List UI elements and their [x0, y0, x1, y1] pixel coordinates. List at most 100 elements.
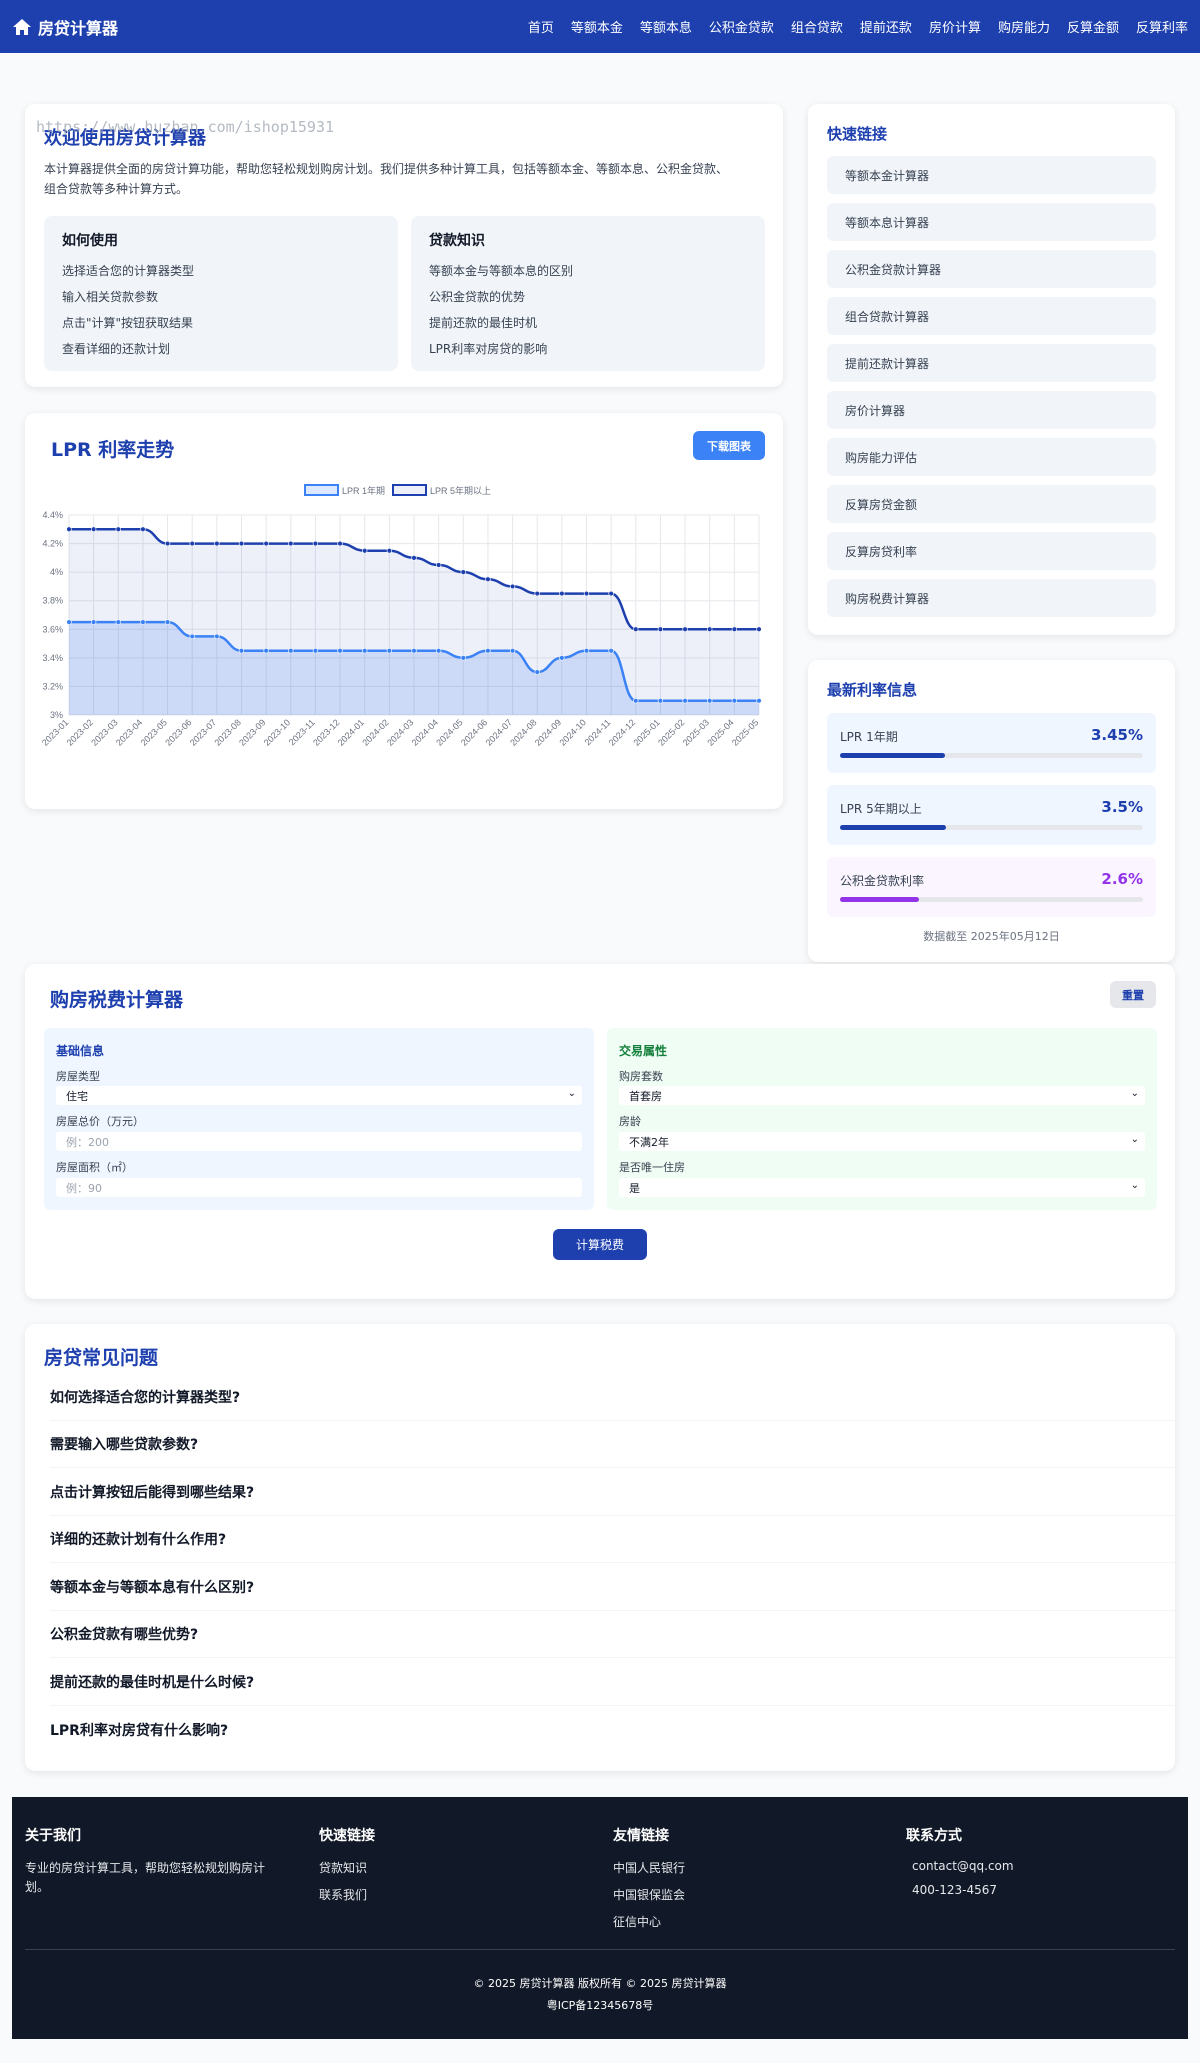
faq-item[interactable]: 详细的还款计划有什么作用?	[50, 1516, 1180, 1563]
data-point	[214, 633, 220, 640]
knowledge-item[interactable]: 等额本金与等额本息的区别	[429, 262, 747, 279]
basic-info-title: 基础信息	[56, 1044, 105, 1058]
data-point	[337, 648, 343, 654]
faq-item[interactable]: 提前还款的最佳时机是什么时候?	[50, 1659, 1180, 1706]
faq-item[interactable]: 点击计算按钮后能得到哪些结果?	[50, 1469, 1180, 1516]
howto-item: 查看详细的还款计划	[62, 342, 171, 356]
purchase-count-value: 首套房	[629, 1089, 662, 1103]
data-point	[238, 648, 245, 654]
knowledge-item[interactable]: LPR利率对房贷的影响	[429, 340, 747, 357]
tax-calculator-title: 购房税费计算器	[50, 989, 184, 1011]
only-house-label: 是否唯一住房	[619, 1161, 685, 1174]
data-point	[386, 648, 393, 654]
rates-update-note: 数据截至 2025年05月12日	[923, 930, 1060, 943]
house-price-input[interactable]: 例：200	[56, 1132, 582, 1151]
rate-bar-track	[840, 897, 1143, 902]
reset-button[interactable]: 重置	[1110, 981, 1156, 1008]
quick-link-affordability[interactable]: 购房能力评估	[827, 438, 1156, 476]
welcome-desc-line-2: 组合贷款等多种计算方式。	[44, 182, 189, 196]
quick-link-equal-installment[interactable]: 等额本息计算器	[827, 203, 1156, 241]
quick-link-reverse-rate[interactable]: 反算房贷利率	[827, 532, 1156, 570]
basic-info-panel: 基础信息 房屋类型 住宅 ⌄ 房屋总价（万元） 例：200 房屋面积（㎡） 例：9…	[44, 1028, 594, 1210]
house-type-select[interactable]: 住宅 ⌄	[56, 1086, 582, 1105]
purchase-count-select[interactable]: 首套房 ⌄	[619, 1086, 1145, 1105]
footer-link-credit-center[interactable]: 征信中心	[613, 1913, 685, 1930]
footer-link-cbirc[interactable]: 中国银保监会	[613, 1886, 685, 1903]
data-point	[164, 619, 171, 625]
nav-link-equal-principal[interactable]: 等额本金	[571, 17, 623, 36]
nav-link-house-price[interactable]: 房价计算	[929, 17, 981, 36]
data-point	[657, 698, 664, 704]
data-point	[608, 590, 614, 597]
nav-link-reverse-amount[interactable]: 反算金额	[1067, 17, 1119, 36]
footer-link-pboc[interactable]: 中国人民银行	[613, 1859, 685, 1876]
legend-swatch-1	[304, 484, 339, 496]
data-point	[90, 619, 97, 625]
download-chart-button[interactable]: 下载图表	[693, 431, 765, 460]
only-house-select[interactable]: 是 ⌄	[619, 1178, 1145, 1197]
y-tick-label: 4%	[50, 567, 63, 577]
data-point	[460, 655, 466, 661]
tax-calculator-card: 购房税费计算器 重置 基础信息 房屋类型 住宅 ⌄ 房屋总价（万元） 例：200 …	[25, 964, 1175, 1299]
nav-link-affordability[interactable]: 购房能力	[998, 17, 1050, 36]
nav-link-reverse-rate[interactable]: 反算利率	[1136, 17, 1188, 36]
data-point	[238, 540, 245, 547]
knowledge-item[interactable]: 公积金贷款的优势	[429, 288, 747, 305]
quick-link-tax[interactable]: 购房税费计算器	[827, 579, 1156, 617]
lpr-chart-title: LPR 利率走势	[51, 439, 175, 461]
calculate-tax-button[interactable]: 计算税费	[553, 1229, 647, 1260]
top-navbar: 房贷计算器 首页 等额本金 等额本息 公积金贷款 组合贷款 提前还款 房价计算 …	[0, 0, 1200, 53]
data-point	[288, 648, 294, 654]
howto-item: 选择适合您的计算器类型	[62, 264, 195, 278]
data-point	[140, 619, 146, 625]
footer-link-loan-knowledge[interactable]: 贷款知识	[319, 1859, 375, 1876]
nav-link-equal-installment[interactable]: 等额本息	[640, 17, 692, 36]
rate-bar-track	[840, 825, 1143, 830]
x-tick-label: 2025-05	[730, 717, 760, 747]
quick-link-reverse-amount[interactable]: 反算房贷金额	[827, 485, 1156, 523]
rate-label: LPR 5年期以上	[840, 802, 922, 816]
quick-link-prepayment[interactable]: 提前还款计算器	[827, 344, 1156, 382]
quick-link-combined[interactable]: 组合贷款计算器	[827, 297, 1156, 335]
data-point	[189, 540, 195, 547]
data-point	[731, 698, 738, 704]
howto-box: 如何使用 选择适合您的计算器类型 输入相关贷款参数 点击"计算"按钮获取结果 查…	[44, 216, 398, 371]
faq-item[interactable]: LPR利率对房贷有什么影响?	[50, 1706, 1180, 1753]
footer-email[interactable]: contact@qq.com	[906, 1859, 1014, 1873]
faq-item[interactable]: 公积金贷款有哪些优势?	[50, 1611, 1180, 1658]
legend-swatch-2	[392, 484, 427, 496]
howto-item: 点击"计算"按钮获取结果	[62, 316, 194, 330]
nav-link-home[interactable]: 首页	[528, 17, 554, 36]
faq-item[interactable]: 等额本金与等额本息有什么区别?	[50, 1564, 1180, 1611]
quick-link-house-price[interactable]: 房价计算器	[827, 391, 1156, 429]
data-point	[534, 669, 540, 675]
watermark-text: https://www.huzhan.com/ishop15931	[36, 118, 335, 136]
nav-link-combined[interactable]: 组合贷款	[791, 17, 843, 36]
knowledge-item[interactable]: 提前还款的最佳时机	[429, 314, 747, 331]
quick-link-equal-principal[interactable]: 等额本金计算器	[827, 156, 1156, 194]
data-point	[362, 648, 368, 654]
brand[interactable]: 房贷计算器	[12, 15, 118, 39]
rate-bar-fill	[840, 897, 919, 902]
quick-link-provident-fund[interactable]: 公积金贷款计算器	[827, 250, 1156, 288]
howto-title: 如何使用	[62, 233, 118, 249]
house-age-label: 房龄	[619, 1115, 641, 1128]
rate-bar-track	[840, 753, 1143, 758]
faq-title: 房贷常见问题	[44, 1347, 159, 1369]
faq-item[interactable]: 需要输入哪些贷款参数?	[50, 1421, 1180, 1468]
knowledge-title: 贷款知识	[429, 233, 485, 249]
data-point	[164, 540, 171, 547]
data-point	[263, 540, 269, 547]
data-point	[189, 633, 195, 640]
data-point	[485, 648, 491, 654]
y-tick-label: 3.4%	[42, 653, 63, 663]
quick-links-title: 快速链接	[827, 125, 888, 143]
footer-quick-title: 快速链接	[319, 1828, 375, 1844]
house-age-select[interactable]: 不满2年 ⌄	[619, 1132, 1145, 1151]
trade-attributes-panel: 交易属性 购房套数 首套房 ⌄ 房龄 不满2年 ⌄ 是否唯一住房 是 ⌄	[607, 1028, 1157, 1210]
nav-link-provident-fund[interactable]: 公积金贷款	[709, 17, 774, 36]
nav-link-prepayment[interactable]: 提前还款	[860, 17, 912, 36]
house-area-input[interactable]: 例：90	[56, 1178, 582, 1197]
faq-item[interactable]: 如何选择适合您的计算器类型?	[50, 1374, 1180, 1421]
footer-link-contact-us[interactable]: 联系我们	[319, 1886, 375, 1903]
